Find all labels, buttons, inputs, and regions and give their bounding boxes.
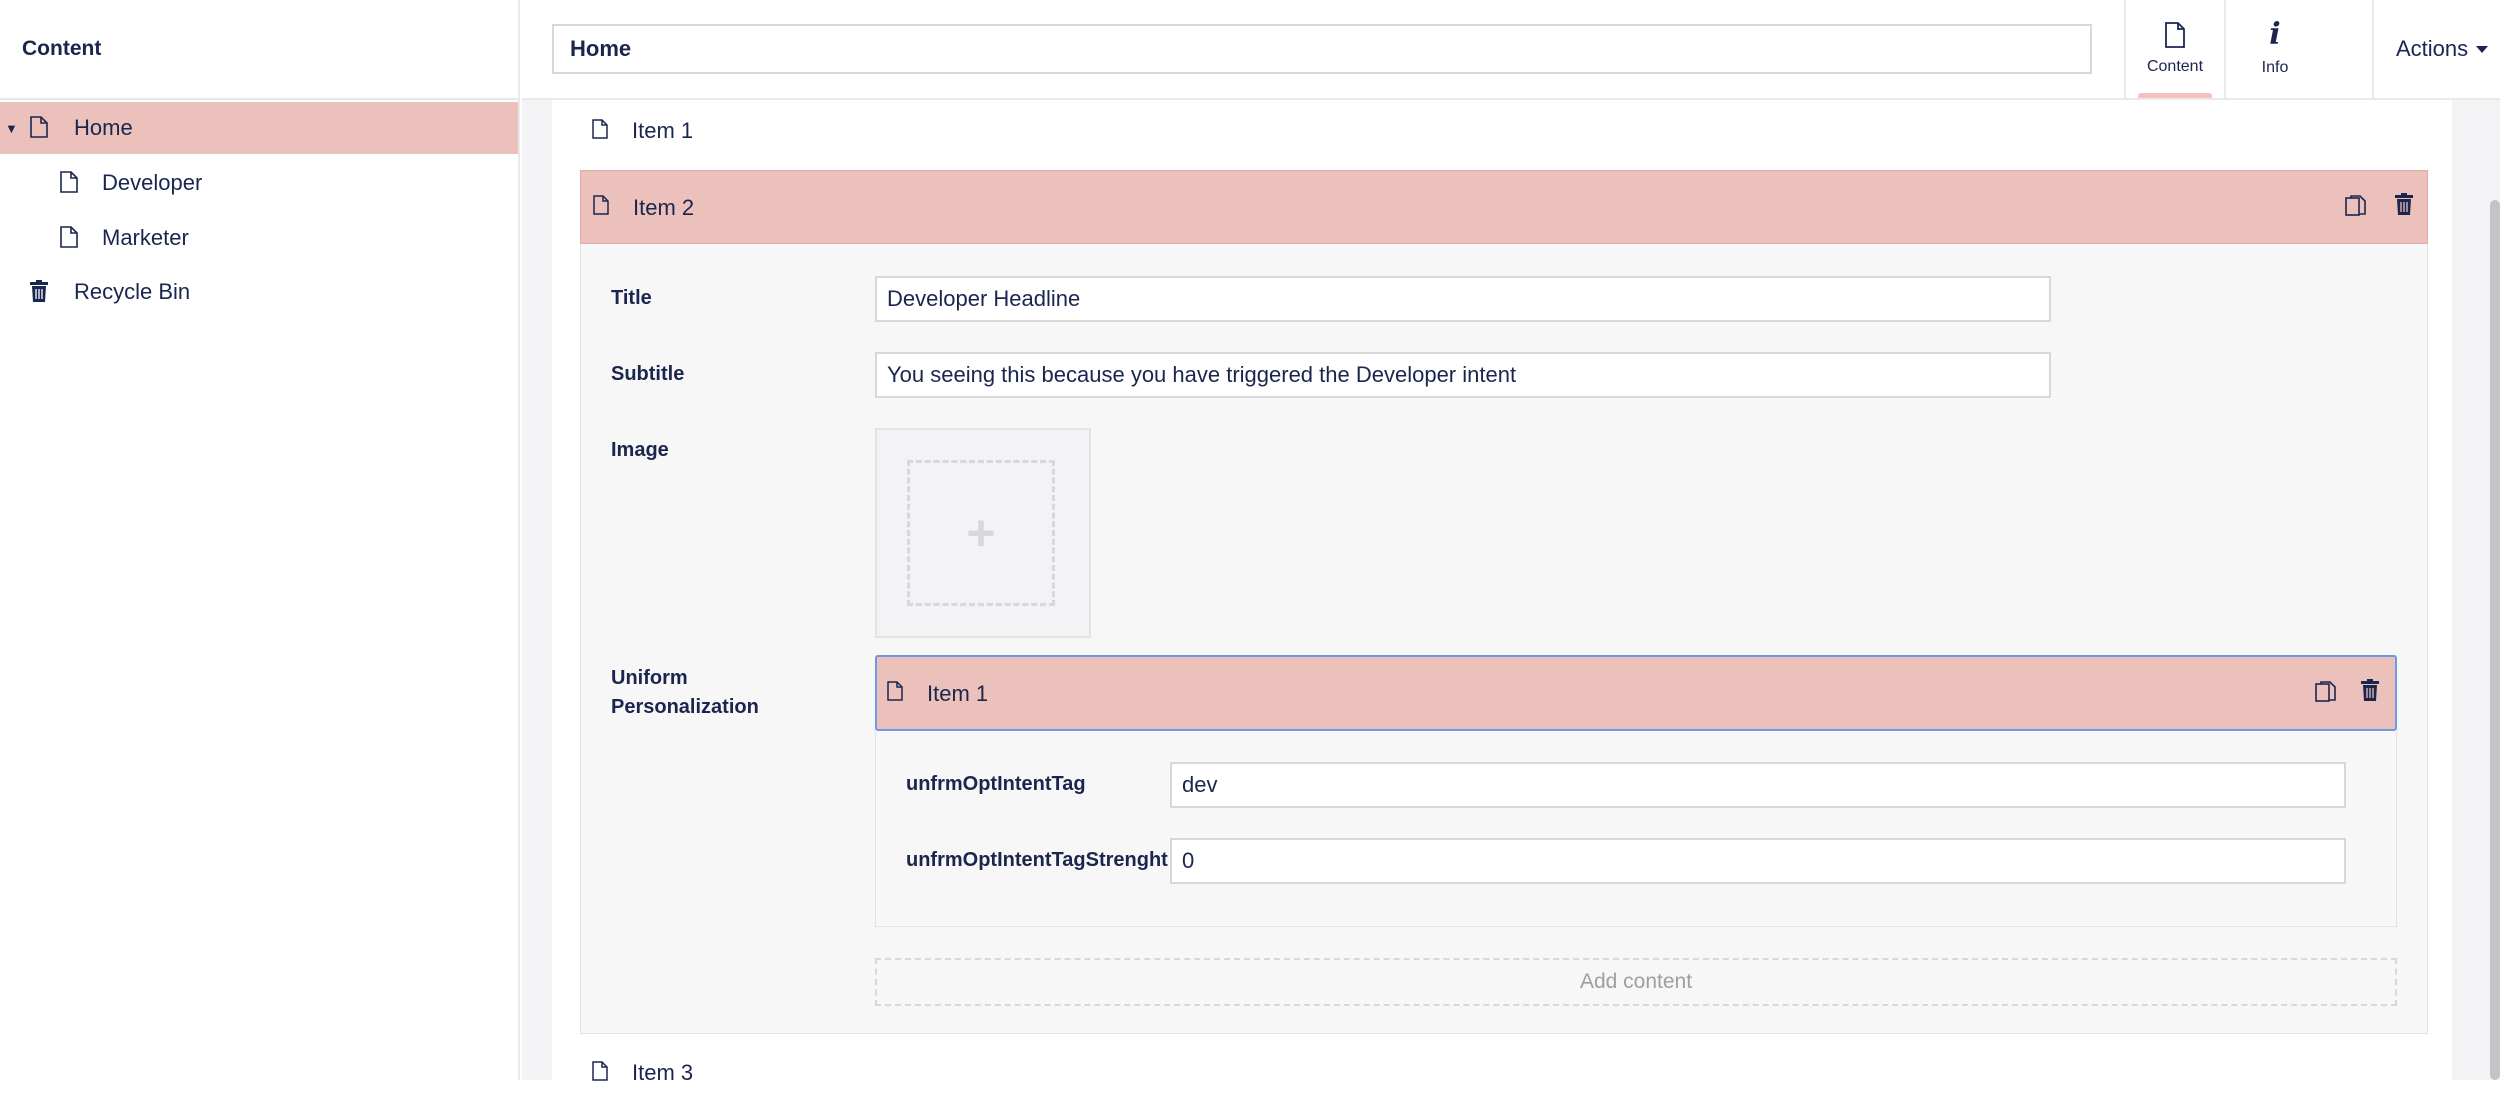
editor-header: Content i Info Actions — [522, 0, 2500, 100]
tree-item-developer[interactable]: Developer — [0, 157, 518, 209]
block-item-2-header[interactable]: Item 2 — [580, 170, 2428, 244]
copy-icon[interactable] — [2315, 681, 2337, 705]
nested-block-label: Item 1 — [927, 681, 989, 706]
intent-strength-input[interactable]: 0 — [1170, 838, 2346, 884]
intent-tag-label: unfrmOptIntentTag — [906, 773, 1086, 795]
tab-content[interactable]: Content — [2124, 0, 2224, 98]
nested-item-1-body — [875, 731, 2397, 927]
intent-strength-label: unfrmOptIntentTagStrenght — [906, 849, 1168, 871]
block-label: Item 1 — [632, 118, 694, 143]
subtitle-label: Subtitle — [611, 363, 685, 385]
tree-item-label: Home — [74, 115, 133, 140]
document-icon — [2165, 22, 2185, 48]
tab-info[interactable]: i Info — [2224, 0, 2324, 98]
block-label: Item 2 — [633, 195, 695, 220]
personalization-label-line1: Uniform — [611, 667, 688, 689]
node-name-input[interactable] — [552, 24, 2092, 74]
tree-item-label: Developer — [102, 170, 203, 195]
document-icon — [60, 171, 80, 195]
trash-icon — [30, 280, 50, 304]
caret-down-icon[interactable]: ▼ — [5, 121, 18, 136]
caret-down-icon — [2476, 45, 2489, 53]
subtitle-input[interactable]: You seeing this because you have trigger… — [875, 352, 2051, 398]
block-item-1[interactable]: Item 1 — [580, 110, 2428, 152]
image-picker[interactable]: + — [875, 428, 1091, 638]
add-image-button[interactable]: + — [907, 460, 1055, 606]
sidebar-title: Content — [0, 0, 518, 100]
scrollbar-thumb[interactable] — [2490, 200, 2500, 1080]
tree-item-label: Recycle Bin — [74, 279, 191, 304]
document-icon — [887, 681, 903, 701]
plus-icon: + — [966, 505, 996, 561]
title-label: Title — [611, 287, 652, 309]
personalization-label: Uniform Personalization — [611, 664, 759, 722]
tab-label: Info — [2261, 59, 2289, 76]
document-icon — [592, 119, 608, 139]
document-icon — [30, 116, 50, 140]
tree-item-recycle-bin[interactable]: Recycle Bin — [0, 266, 518, 318]
tree-item-home[interactable]: ▼ Home — [0, 102, 518, 154]
info-icon: i — [2269, 17, 2281, 52]
personalization-label-line2: Personalization — [611, 696, 759, 718]
document-icon — [593, 195, 609, 215]
document-icon — [60, 226, 80, 250]
actions-label: Actions — [2396, 36, 2469, 61]
trash-icon[interactable] — [2361, 679, 2383, 703]
content-tree-sidebar: Content ▼ Home Developer Marketer Recycl… — [0, 0, 520, 1080]
copy-icon[interactable] — [2345, 195, 2367, 219]
block-item-3[interactable]: Item 3 — [580, 1052, 2428, 1094]
add-content-button[interactable]: Add content — [875, 958, 2397, 1006]
actions-button[interactable]: Actions — [2372, 0, 2500, 98]
intent-tag-input[interactable]: dev — [1170, 762, 2346, 808]
tab-label: Content — [2146, 58, 2204, 75]
tree-item-label: Marketer — [102, 225, 189, 250]
tree-item-marketer[interactable]: Marketer — [0, 212, 518, 264]
document-icon — [592, 1061, 608, 1081]
title-input[interactable]: Developer Headline — [875, 276, 2051, 322]
trash-icon[interactable] — [2395, 193, 2417, 217]
nested-item-1-header[interactable]: Item 1 — [875, 655, 2397, 731]
image-label: Image — [611, 439, 669, 461]
block-label: Item 3 — [632, 1060, 694, 1085]
